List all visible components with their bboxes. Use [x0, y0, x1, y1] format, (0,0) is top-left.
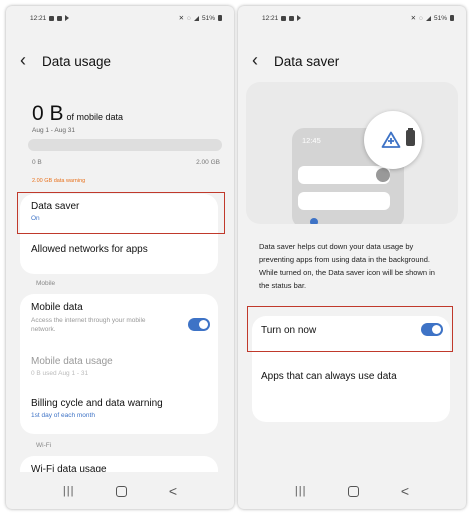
wifi-icon: ◌	[187, 14, 191, 22]
mock-indicator	[310, 218, 318, 224]
wifi-icon: ◌	[419, 14, 423, 22]
battery-level: 51%	[433, 14, 447, 22]
back-nav-icon[interactable]: <	[401, 483, 409, 499]
notification-icon	[57, 15, 63, 21]
section-wifi: Wi-Fi	[36, 442, 52, 449]
mobile-data-toggle[interactable]	[188, 318, 210, 331]
battery-icon	[218, 15, 222, 21]
section-mobile: Mobile	[36, 280, 56, 287]
data-saver-illustration: 12:45	[246, 82, 458, 224]
apps-always-use-data-item[interactable]: Apps that can always use data	[261, 371, 397, 382]
app-bar: ‹ Data usage	[20, 50, 220, 72]
notification-icon	[49, 15, 55, 21]
wifi-card: Wi-Fi data usage	[20, 456, 218, 472]
mobile-data-item[interactable]: Mobile data Access the internet through …	[31, 302, 171, 334]
navigation-bar: ||| <	[238, 473, 466, 509]
turn-on-now-label: Turn on now	[261, 325, 317, 336]
status-time: 12:21	[30, 14, 47, 22]
page-title: Data saver	[274, 53, 340, 69]
mobile-data-usage-subtitle: 0 B used Aug 1 - 31	[31, 370, 89, 377]
usage-amount: 0 B	[32, 102, 64, 125]
battery-level: 51%	[201, 14, 215, 22]
data-saver-icon	[381, 131, 401, 148]
wifi-data-usage-title[interactable]: Wi-Fi data usage	[31, 464, 107, 472]
back-nav-icon[interactable]: <	[169, 483, 177, 499]
battery-icon	[450, 15, 454, 21]
home-icon[interactable]	[116, 485, 128, 497]
signal-icon	[425, 15, 431, 21]
data-saver-screen: 12:21 ✕ ◌ 51% ‹ Data saver 12:45 Data sa…	[238, 6, 466, 509]
mobile-data-subtitle: Access the internet through your mobile …	[31, 317, 146, 333]
data-usage-screen: 12:21 ✕ ◌ 51% ‹ Data usage 0 Bof mobile …	[6, 6, 234, 509]
navigation-bar: ||| <	[6, 473, 234, 509]
mock-phone-time: 12:45	[302, 136, 321, 145]
recents-icon[interactable]: |||	[63, 485, 75, 497]
play-icon	[297, 15, 302, 21]
mock-notification	[298, 192, 390, 210]
mute-icon: ✕	[410, 15, 417, 22]
data-saver-status: On	[31, 215, 40, 222]
notification-icon	[289, 15, 295, 21]
mute-icon: ✕	[178, 15, 185, 22]
mobile-data-usage-title: Mobile data usage	[31, 356, 113, 367]
turn-on-now-toggle[interactable]	[421, 323, 443, 336]
billing-cycle-subtitle: 1st day of each month	[31, 412, 95, 419]
data-saver-item[interactable]: Data saver On	[31, 201, 207, 222]
recents-icon[interactable]: |||	[295, 485, 307, 497]
back-arrow-icon[interactable]: ‹	[252, 51, 264, 69]
billing-cycle-title: Billing cycle and data warning	[31, 398, 163, 409]
usage-unit-label: of mobile data	[66, 112, 124, 122]
mobile-card: Mobile data Access the internet through …	[20, 294, 218, 434]
billing-cycle-item[interactable]: Billing cycle and data warning 1st day o…	[31, 398, 207, 419]
data-warning-label: 2.00 GB data warning	[32, 178, 86, 184]
magnifier-circle	[364, 111, 422, 169]
bar-max-label: 2.00 GB	[196, 159, 220, 166]
home-icon[interactable]	[348, 485, 360, 497]
allowed-networks-title: Allowed networks for apps	[31, 244, 148, 255]
mobile-data-usage-item[interactable]: Mobile data usage 0 B used Aug 1 - 31	[31, 356, 207, 377]
data-saver-card: Turn on now Apps that can always use dat…	[252, 316, 450, 422]
battery-icon	[406, 128, 415, 146]
signal-icon	[193, 15, 199, 21]
status-bar: 12:21 ✕ ◌ 51%	[6, 6, 234, 30]
settings-card: Data saver On Allowed networks for apps	[20, 194, 218, 274]
data-saver-title: Data saver	[31, 201, 80, 212]
status-time: 12:21	[262, 14, 279, 22]
mobile-data-title: Mobile data	[31, 302, 83, 313]
status-bar: 12:21 ✕ ◌ 51%	[238, 6, 466, 30]
usage-period: Aug 1 - Aug 31	[32, 127, 76, 134]
play-icon	[65, 15, 70, 21]
allowed-networks-item[interactable]: Allowed networks for apps	[31, 244, 207, 255]
usage-progress-bar	[28, 139, 222, 151]
back-arrow-icon[interactable]: ‹	[20, 51, 32, 69]
data-saver-description: Data saver helps cut down your data usag…	[259, 242, 435, 290]
app-bar: ‹ Data saver	[252, 50, 452, 72]
page-title: Data usage	[42, 53, 112, 69]
notification-icon	[281, 15, 287, 21]
mock-avatar	[376, 168, 390, 182]
bar-min-label: 0 B	[32, 159, 42, 166]
